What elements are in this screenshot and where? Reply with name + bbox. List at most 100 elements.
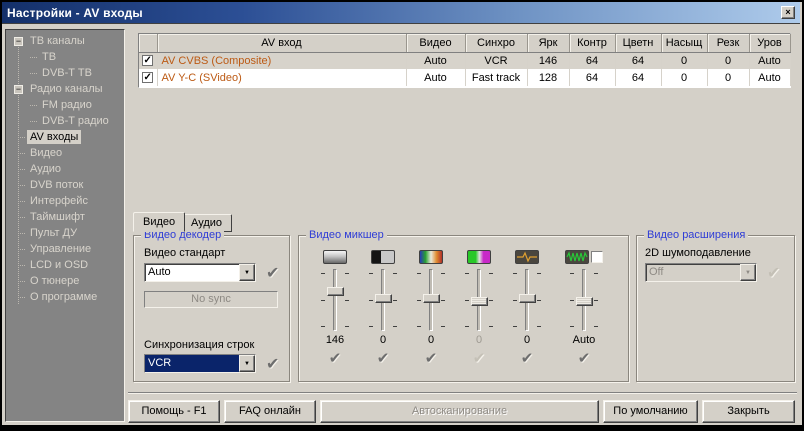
level-icon — [565, 250, 589, 264]
sidebar-item-dvbt-tv[interactable]: DVB-T ТВ — [6, 65, 124, 81]
table-row[interactable]: ✓ AV Y-C (SVideo) Auto Fast track 128 64… — [139, 69, 790, 86]
slider-value: 0 — [407, 334, 455, 347]
sidebar-item-tv-channels[interactable]: − ТВ каналы — [6, 33, 124, 49]
slider-value: 0 — [455, 334, 503, 347]
video-standard-label: Видео стандарт — [144, 247, 225, 259]
sharpness-icon — [515, 250, 539, 264]
header-video: Видео — [406, 34, 465, 52]
group-title: Видео микшер — [306, 229, 387, 242]
sidebar-item-lcd-osd[interactable]: LCD и OSD — [6, 257, 124, 273]
window-title: Настройки - AV входы — [2, 6, 143, 20]
sidebar-item-remote[interactable]: Пульт ДУ — [6, 225, 124, 241]
tab-video[interactable]: Видео — [133, 212, 185, 232]
mixer-channel-saturation: 0 ✔ — [455, 248, 503, 365]
line-sync-label: Синхронизация строк — [144, 339, 254, 351]
faq-online-button[interactable]: FAQ онлайн — [224, 400, 316, 423]
header-level: Уров — [749, 34, 790, 52]
contrast-icon — [371, 250, 395, 264]
apply-check-icon[interactable]: ✔ — [407, 349, 455, 365]
video-extensions-group: Видео расширения 2D шумоподавление Off ▼… — [636, 235, 795, 382]
mixer-channel-hue: 0 ✔ — [407, 248, 455, 365]
slider-thumb[interactable] — [519, 294, 536, 303]
video-mixer-group: Видео микшер 146 ✔ 0 ✔ — [298, 235, 629, 382]
row-checkbox[interactable]: ✓ — [142, 55, 153, 66]
row-checkbox[interactable]: ✓ — [142, 72, 153, 83]
mixer-channel-sharpness: 0 ✔ — [503, 248, 551, 365]
apply-check-icon[interactable]: ✔ — [551, 349, 617, 365]
sidebar-item-audio[interactable]: Аудио — [6, 161, 124, 177]
header-saturation: Насыщ — [661, 34, 707, 52]
chevron-down-icon[interactable]: ▼ — [239, 355, 255, 372]
slider-thumb — [576, 297, 593, 306]
group-title: Видео расширения — [644, 229, 748, 242]
header-sync: Синхро — [465, 34, 527, 52]
table-header-row: AV вход Видео Синхро Ярк Контр Цветн Нас… — [139, 34, 790, 52]
level-slider — [564, 267, 604, 333]
sidebar-item-timeshift[interactable]: Таймшифт — [6, 209, 124, 225]
mixer-channel-level: Auto ✔ — [551, 248, 617, 365]
slider-value: 146 — [311, 334, 359, 347]
apply-check-icon: ✔ — [767, 263, 780, 283]
header-brightness: Ярк — [527, 34, 569, 52]
av-inputs-table: AV вход Видео Синхро Ярк Контр Цветн Нас… — [138, 33, 791, 88]
sharpness-slider[interactable] — [507, 267, 547, 333]
collapse-icon[interactable]: − — [14, 85, 23, 94]
settings-window: Настройки - AV входы × − ТВ каналы ТВ DV… — [0, 0, 804, 431]
saturation-slider — [459, 267, 499, 333]
sync-status-field: No sync — [144, 291, 278, 308]
mixer-channel-contrast: 0 ✔ — [359, 248, 407, 365]
help-button[interactable]: Помощь - F1 — [128, 400, 220, 423]
hue-icon — [419, 250, 443, 264]
line-sync-select[interactable]: VCR ▼ — [144, 354, 256, 373]
table-row[interactable]: ✓ AV CVBS (Composite) Auto VCR 146 64 64… — [139, 52, 790, 69]
sidebar-item-video[interactable]: Видео — [6, 145, 124, 161]
apply-check-icon[interactable]: ✔ — [266, 263, 279, 283]
apply-check-icon[interactable]: ✔ — [266, 354, 279, 374]
brightness-slider[interactable] — [315, 267, 355, 333]
apply-check-icon[interactable]: ✔ — [503, 349, 551, 365]
footer-divider — [128, 392, 797, 394]
title-bar[interactable]: Настройки - AV входы × — [2, 2, 800, 24]
header-contrast: Контр — [569, 34, 615, 52]
noise-reduction-label: 2D шумоподавление — [645, 247, 751, 259]
sidebar-item-tv[interactable]: ТВ — [6, 49, 124, 65]
slider-thumb[interactable] — [423, 294, 440, 303]
collapse-icon[interactable]: − — [14, 37, 23, 46]
brightness-icon — [323, 250, 347, 264]
slider-value: 0 — [503, 334, 551, 347]
autoscan-button: Автосканирование — [320, 400, 599, 423]
sidebar-item-fm-radio[interactable]: FM радио — [6, 97, 124, 113]
header-av-input: AV вход — [157, 34, 406, 52]
sidebar-item-radio-channels[interactable]: − Радио каналы — [6, 81, 124, 97]
av-input-name: AV CVBS (Composite) — [157, 52, 406, 69]
contrast-slider[interactable] — [363, 267, 403, 333]
slider-value: 0 — [359, 334, 407, 347]
av-input-name: AV Y-C (SVideo) — [157, 69, 406, 86]
slider-value: Auto — [551, 334, 617, 347]
sidebar-item-dvb-stream[interactable]: DVB поток — [6, 177, 124, 193]
sidebar-item-interface[interactable]: Интерфейс — [6, 193, 124, 209]
close-button[interactable]: Закрыть — [702, 400, 795, 423]
sidebar-item-control[interactable]: Управление — [6, 241, 124, 257]
video-decoder-group: Видео декодер Видео стандарт Auto ▼ ✔ No… — [133, 235, 290, 382]
sidebar-item-about-program[interactable]: О программе — [6, 289, 124, 305]
mixer-channel-brightness: 146 ✔ — [311, 248, 359, 365]
settings-tree: − ТВ каналы ТВ DVB-T ТВ − Радио каналы F… — [5, 29, 125, 422]
slider-thumb[interactable] — [375, 294, 392, 303]
apply-check-icon[interactable]: ✔ — [311, 349, 359, 365]
chevron-down-icon[interactable]: ▼ — [239, 264, 255, 281]
close-icon[interactable]: × — [781, 6, 795, 19]
video-standard-select[interactable]: Auto ▼ — [144, 263, 256, 282]
level-auto-checkbox[interactable] — [591, 251, 603, 263]
sidebar-item-av-inputs[interactable]: AV входы — [6, 129, 124, 145]
noise-reduction-select: Off ▼ — [645, 263, 757, 282]
defaults-button[interactable]: По умолчанию — [603, 400, 698, 423]
hue-slider[interactable] — [411, 267, 451, 333]
sidebar-item-about-tuner[interactable]: О тюнере — [6, 273, 124, 289]
slider-thumb[interactable] — [327, 287, 344, 296]
sidebar-item-dvbt-radio[interactable]: DVB-T радио — [6, 113, 124, 129]
chevron-down-icon: ▼ — [740, 264, 756, 281]
apply-check-icon[interactable]: ✔ — [359, 349, 407, 365]
slider-thumb — [471, 297, 488, 306]
apply-check-icon: ✔ — [455, 349, 503, 365]
